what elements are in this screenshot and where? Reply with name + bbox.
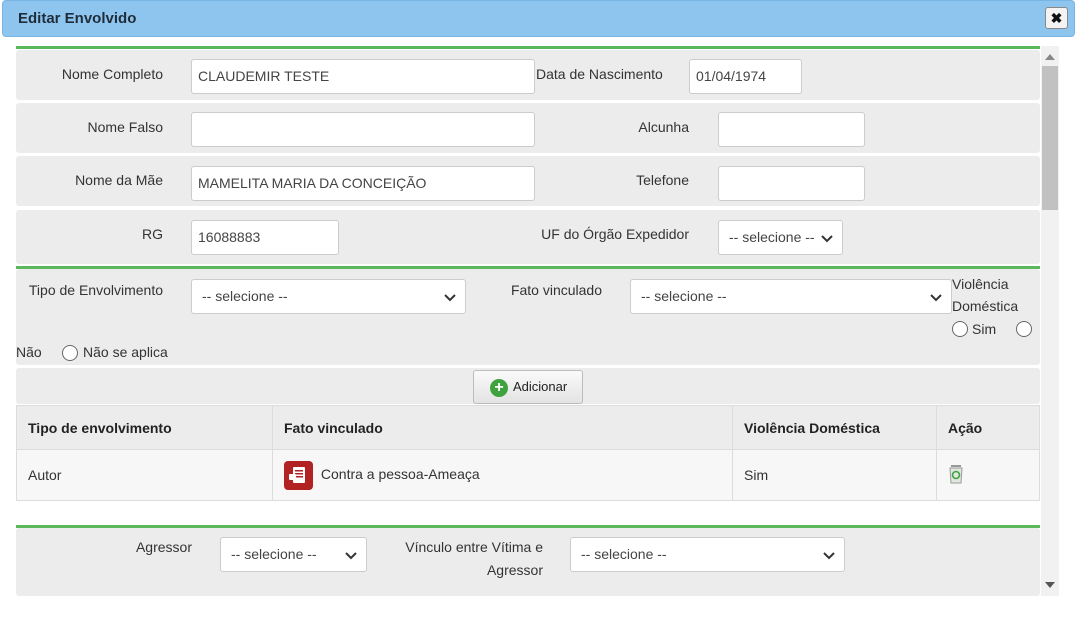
col-acao: Ação [936, 405, 1040, 450]
rg-label: RG [142, 226, 163, 242]
fato-vinculado-label: Fato vinculado [510, 282, 602, 298]
col-tipo: Tipo de envolvimento [16, 405, 273, 450]
table-row: Autor Contra a pessoa-Ameaça Sim [16, 449, 1040, 501]
col-violencia: Violência Doméstica [732, 405, 937, 450]
rg-input[interactable]: 16088883 [191, 220, 339, 255]
fato-vinculado-select[interactable]: -- selecione -- [630, 279, 952, 314]
alcunha-label: Alcunha [638, 119, 689, 135]
data-nascimento-input[interactable]: 01/04/1974 [689, 59, 802, 94]
radio-sim[interactable] [952, 321, 968, 337]
cell-tipo: Autor [16, 449, 273, 501]
close-button[interactable]: ✖ [1045, 7, 1068, 29]
vinculo-value: -- selecione -- [581, 546, 667, 562]
nome-falso-input[interactable] [191, 112, 535, 147]
form-content: Nome Completo CLAUDEMIR TESTE Data de Na… [16, 46, 1040, 596]
violencia-domestica-label-2: Doméstica [952, 298, 1019, 314]
table-header-row: Tipo de envolvimento Fato vinculado Viol… [16, 405, 1040, 450]
dialog-header: Editar Envolvido ✖ [2, 0, 1075, 37]
recycle-bin-icon[interactable] [948, 464, 964, 484]
col-fato: Fato vinculado [272, 405, 733, 450]
vinculo-label-1: Vínculo entre Vítima e [405, 539, 543, 555]
chevron-down-icon [821, 235, 833, 243]
cell-acao [936, 449, 1040, 501]
scroll-up-icon[interactable] [1045, 54, 1055, 60]
envolvimento-row: Tipo de Envolvimento -- selecione -- Fat… [16, 269, 1040, 365]
tipo-envolvimento-select[interactable]: -- selecione -- [191, 279, 466, 314]
scroll-thumb[interactable] [1042, 66, 1058, 210]
uf-orgao-value: -- selecione -- [729, 229, 815, 245]
form-row-nome: Nome Completo CLAUDEMIR TESTE Data de Na… [16, 50, 1040, 100]
form-row-nome-falso: Nome Falso Alcunha [16, 103, 1040, 153]
nome-completo-input[interactable]: CLAUDEMIR TESTE [191, 59, 535, 94]
add-button[interactable]: + Adicionar [473, 370, 583, 404]
chevron-down-icon [345, 552, 357, 560]
agressor-value: -- selecione -- [231, 546, 317, 562]
add-button-label: Adicionar [513, 379, 568, 394]
telefone-label: Telefone [636, 172, 689, 188]
dialog-title: Editar Envolvido [18, 10, 137, 27]
fato-vinculado-value: -- selecione -- [641, 288, 727, 304]
uf-orgao-label: UF do Órgão Expedidor [541, 226, 689, 242]
tipo-envolvimento-value: -- selecione -- [202, 288, 288, 304]
chevron-down-icon [930, 294, 942, 302]
case-file-icon [284, 460, 313, 490]
radio-sim-label: Sim [972, 321, 997, 337]
telefone-input[interactable] [718, 166, 865, 201]
envolvimento-table: Tipo de envolvimento Fato vinculado Viol… [16, 405, 1040, 501]
scroll-down-icon[interactable] [1045, 582, 1055, 588]
nome-falso-label: Nome Falso [87, 119, 163, 135]
uf-orgao-select[interactable]: -- selecione -- [718, 220, 843, 255]
radio-nao-se-aplica[interactable] [62, 345, 78, 361]
agressor-label: Agressor [135, 539, 192, 555]
agressor-select[interactable]: -- selecione -- [220, 537, 367, 572]
radio-nao[interactable] [1016, 321, 1032, 337]
form-row-mae: Nome da Mãe MAMELITA MARIA DA CONCEIÇÃO … [16, 156, 1040, 206]
agressor-row: Agressor -- selecione -- Vínculo entre V… [16, 528, 1040, 596]
alcunha-input[interactable] [718, 112, 865, 147]
data-nascimento-label: Data de Nascimento [536, 66, 663, 82]
section-divider [16, 46, 1040, 49]
vinculo-label-2: Agressor [486, 562, 543, 578]
form-row-rg: RG 16088883 UF do Órgão Expedidor -- sel… [16, 210, 1040, 264]
nome-completo-label: Nome Completo [61, 66, 163, 82]
chevron-down-icon [444, 294, 456, 302]
nome-mae-input[interactable]: MAMELITA MARIA DA CONCEIÇÃO [191, 166, 535, 201]
violencia-domestica-label-1: Violência [952, 276, 1009, 292]
cell-violencia: Sim [732, 449, 937, 501]
nome-mae-label: Nome da Mãe [75, 172, 163, 188]
add-row: + Adicionar [16, 368, 1040, 404]
radio-nao-label: Não [16, 344, 42, 360]
chevron-down-icon [823, 552, 835, 560]
radio-nao-se-aplica-label: Não se aplica [83, 344, 168, 360]
tipo-envolvimento-label: Tipo de Envolvimento [28, 282, 163, 298]
cell-fato-text: Contra a pessoa-Ameaça [320, 465, 480, 482]
vertical-scrollbar[interactable] [1041, 46, 1059, 596]
cell-fato: Contra a pessoa-Ameaça [272, 449, 733, 501]
vinculo-select[interactable]: -- selecione -- [570, 537, 845, 572]
plus-icon: + [490, 379, 508, 397]
